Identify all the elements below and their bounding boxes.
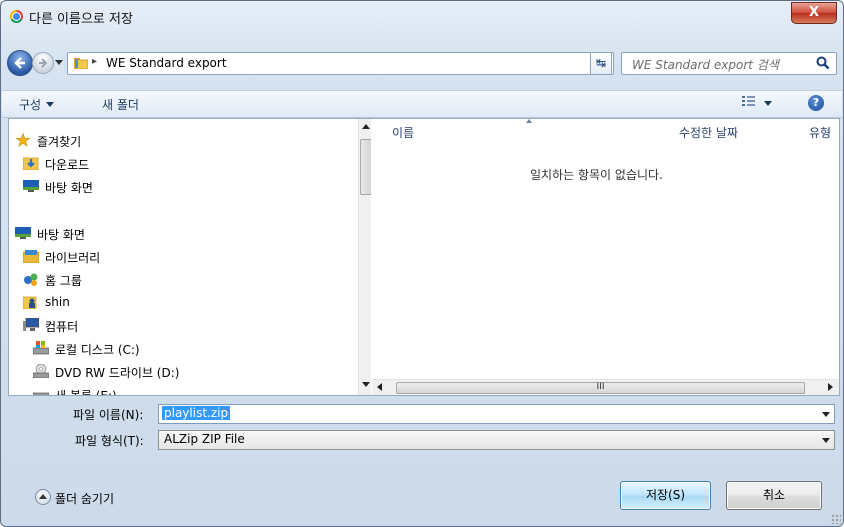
folder-icon: [74, 58, 88, 69]
dvd-drive-icon: [33, 364, 49, 378]
breadcrumb-separator[interactable]: ▸: [92, 56, 97, 67]
file-list: 이름 수정한 날짜 유형 일치하는 항목이 없습니다. III: [372, 119, 839, 395]
navigation-bar: ▸ WE Standard export WE Standard export …: [1, 49, 843, 79]
search-placeholder: WE Standard export 검색: [632, 58, 779, 72]
new-folder-button[interactable]: 새 폴더: [102, 96, 139, 113]
title-bar: 다른 이름으로 저장 X: [1, 1, 843, 31]
browse-area: 즐겨찾기 다운로드 바탕 화면 바탕 화면 라이브러리 홈 그룹 shin 컴퓨…: [8, 118, 840, 396]
navigation-pane-scrollbar[interactable]: [358, 119, 371, 395]
drive-icon: [33, 392, 49, 395]
scrollbar-thumb[interactable]: [360, 139, 371, 195]
chevron-down-icon: [764, 101, 772, 106]
search-icon[interactable]: [816, 56, 830, 70]
scroll-down-arrow[interactable]: [362, 382, 370, 387]
chevron-down-icon: [46, 102, 55, 107]
chrome-icon: [10, 10, 23, 23]
cancel-button[interactable]: 취소: [726, 481, 822, 510]
downloads-folder-icon: [23, 157, 39, 170]
homegroup-icon: [24, 273, 38, 286]
recent-pages-dropdown[interactable]: [55, 60, 63, 65]
scroll-left-arrow[interactable]: [377, 383, 382, 391]
organize-menu[interactable]: 구성: [19, 96, 55, 113]
arrow-left-icon: [14, 57, 25, 69]
sidebar-item-label: 로컬 디스크 (C:): [55, 343, 140, 357]
forward-button[interactable]: [32, 52, 54, 74]
chevron-down-icon[interactable]: [822, 438, 830, 443]
navigation-pane: 즐겨찾기 다운로드 바탕 화면 바탕 화면 라이브러리 홈 그룹 shin 컴퓨…: [9, 119, 371, 395]
sort-ascending-icon: [526, 119, 532, 123]
empty-folder-message: 일치하는 항목이 없습니다.: [530, 168, 663, 182]
hide-folders-label[interactable]: 폴더 숨기기: [55, 490, 114, 507]
resize-grip[interactable]: [831, 514, 841, 524]
hide-folders-button[interactable]: [35, 489, 51, 505]
star-icon: [15, 133, 31, 147]
chevron-down-icon[interactable]: [822, 412, 830, 417]
local-disk-icon: [33, 341, 49, 355]
column-header-name[interactable]: 이름: [392, 124, 414, 141]
arrow-right-icon: [39, 58, 48, 68]
command-bar: 구성 새 폴더 ?: [2, 90, 842, 118]
filetype-label: 파일 형식(T):: [75, 434, 144, 448]
filename-label: 파일 이름(N):: [73, 408, 144, 422]
filename-value[interactable]: playlist.zip: [162, 406, 231, 420]
address-bar[interactable]: ▸ WE Standard export: [67, 52, 614, 75]
filename-input[interactable]: playlist.zip: [158, 404, 835, 424]
search-box[interactable]: WE Standard export 검색: [621, 52, 837, 75]
desktop-icon: [23, 180, 39, 192]
change-view-button[interactable]: [742, 96, 774, 112]
sidebar-item-label: DVD RW 드라이브 (D:): [55, 366, 180, 380]
scroll-up-arrow[interactable]: [362, 124, 370, 129]
view-list-icon: [742, 96, 755, 106]
dialog-title: 다른 이름으로 저장: [29, 12, 133, 27]
sidebar-item-label: shin: [45, 295, 70, 309]
close-button[interactable]: X: [791, 2, 837, 24]
save-button[interactable]: 저장(S): [620, 481, 711, 510]
filetype-value: ALZip ZIP File: [164, 432, 245, 446]
filetype-select[interactable]: ALZip ZIP File: [158, 430, 835, 450]
refresh-icon: ↹: [595, 56, 607, 70]
refresh-button[interactable]: ↹: [590, 52, 612, 75]
sidebar-item-label: 다운로드: [45, 158, 90, 172]
column-header-date-modified[interactable]: 수정한 날짜: [679, 124, 738, 141]
organize-label: 구성: [19, 98, 42, 112]
sidebar-item-label: 즐겨찾기: [37, 135, 82, 149]
help-button[interactable]: ?: [808, 95, 824, 111]
desktop-icon: [15, 227, 31, 239]
sidebar-item-label: 바탕 화면: [45, 181, 93, 195]
breadcrumb-current-folder[interactable]: WE Standard export: [106, 56, 227, 70]
sidebar-item-label: 새 볼륨 (E:): [55, 387, 117, 395]
user-folder-icon: [23, 296, 37, 309]
sidebar-item-label: 홈 그룹: [45, 274, 82, 288]
scroll-right-arrow[interactable]: [828, 383, 833, 391]
sidebar-item-label: 라이브러리: [45, 251, 101, 265]
back-button[interactable]: [7, 50, 33, 76]
sidebar-item-label: 컴퓨터: [45, 320, 79, 334]
library-icon: [23, 250, 39, 263]
computer-icon: [23, 318, 39, 331]
save-as-dialog: 다른 이름으로 저장 X ▸ WE Standard export WE Sta…: [0, 0, 844, 527]
scrollbar-thumb[interactable]: III: [396, 382, 805, 394]
file-list-hscrollbar[interactable]: III: [372, 379, 839, 395]
sidebar-item-label: 바탕 화면: [37, 228, 85, 242]
column-header-type[interactable]: 유형: [809, 124, 831, 141]
